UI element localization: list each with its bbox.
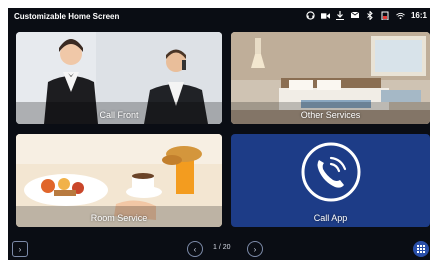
battery-alert-icon bbox=[381, 11, 390, 20]
wifi-icon bbox=[396, 11, 405, 20]
call-front-label: Call Front bbox=[99, 110, 139, 120]
headset-icon bbox=[306, 11, 315, 20]
page-indicator: 1 / 20 bbox=[213, 244, 231, 251]
call-front-tile[interactable]: Call Front bbox=[16, 32, 222, 124]
download-icon bbox=[336, 11, 345, 20]
room-service-label: Room Service bbox=[90, 213, 148, 223]
call-app-tile[interactable]: Call App bbox=[231, 134, 430, 227]
screen-title: Customizable Home Screen bbox=[14, 12, 120, 21]
previous-page-button[interactable]: ‹ bbox=[187, 241, 203, 257]
other-services-tile[interactable]: Other Services bbox=[231, 32, 430, 124]
side-panel-button[interactable]: › bbox=[12, 241, 28, 257]
grid-icon bbox=[417, 245, 425, 253]
message-icon bbox=[351, 11, 360, 20]
next-page-button[interactable]: › bbox=[247, 241, 263, 257]
app-grid-button[interactable] bbox=[413, 241, 429, 257]
status-bar: Customizable Home Screen 16:1 bbox=[8, 8, 430, 26]
chevron-right-icon: › bbox=[253, 244, 257, 254]
video-icon bbox=[320, 11, 330, 20]
other-services-label: Other Services bbox=[300, 110, 361, 120]
chevron-right-icon: › bbox=[18, 244, 22, 254]
home-screen: Customizable Home Screen 16:1 Call Front… bbox=[8, 8, 430, 260]
call-app-label: Call App bbox=[313, 213, 348, 223]
room-service-tile[interactable]: Room Service bbox=[16, 134, 222, 227]
bluetooth-icon bbox=[366, 11, 375, 20]
clock-time: 16:1 bbox=[410, 11, 427, 20]
chevron-left-icon: ‹ bbox=[193, 244, 197, 254]
